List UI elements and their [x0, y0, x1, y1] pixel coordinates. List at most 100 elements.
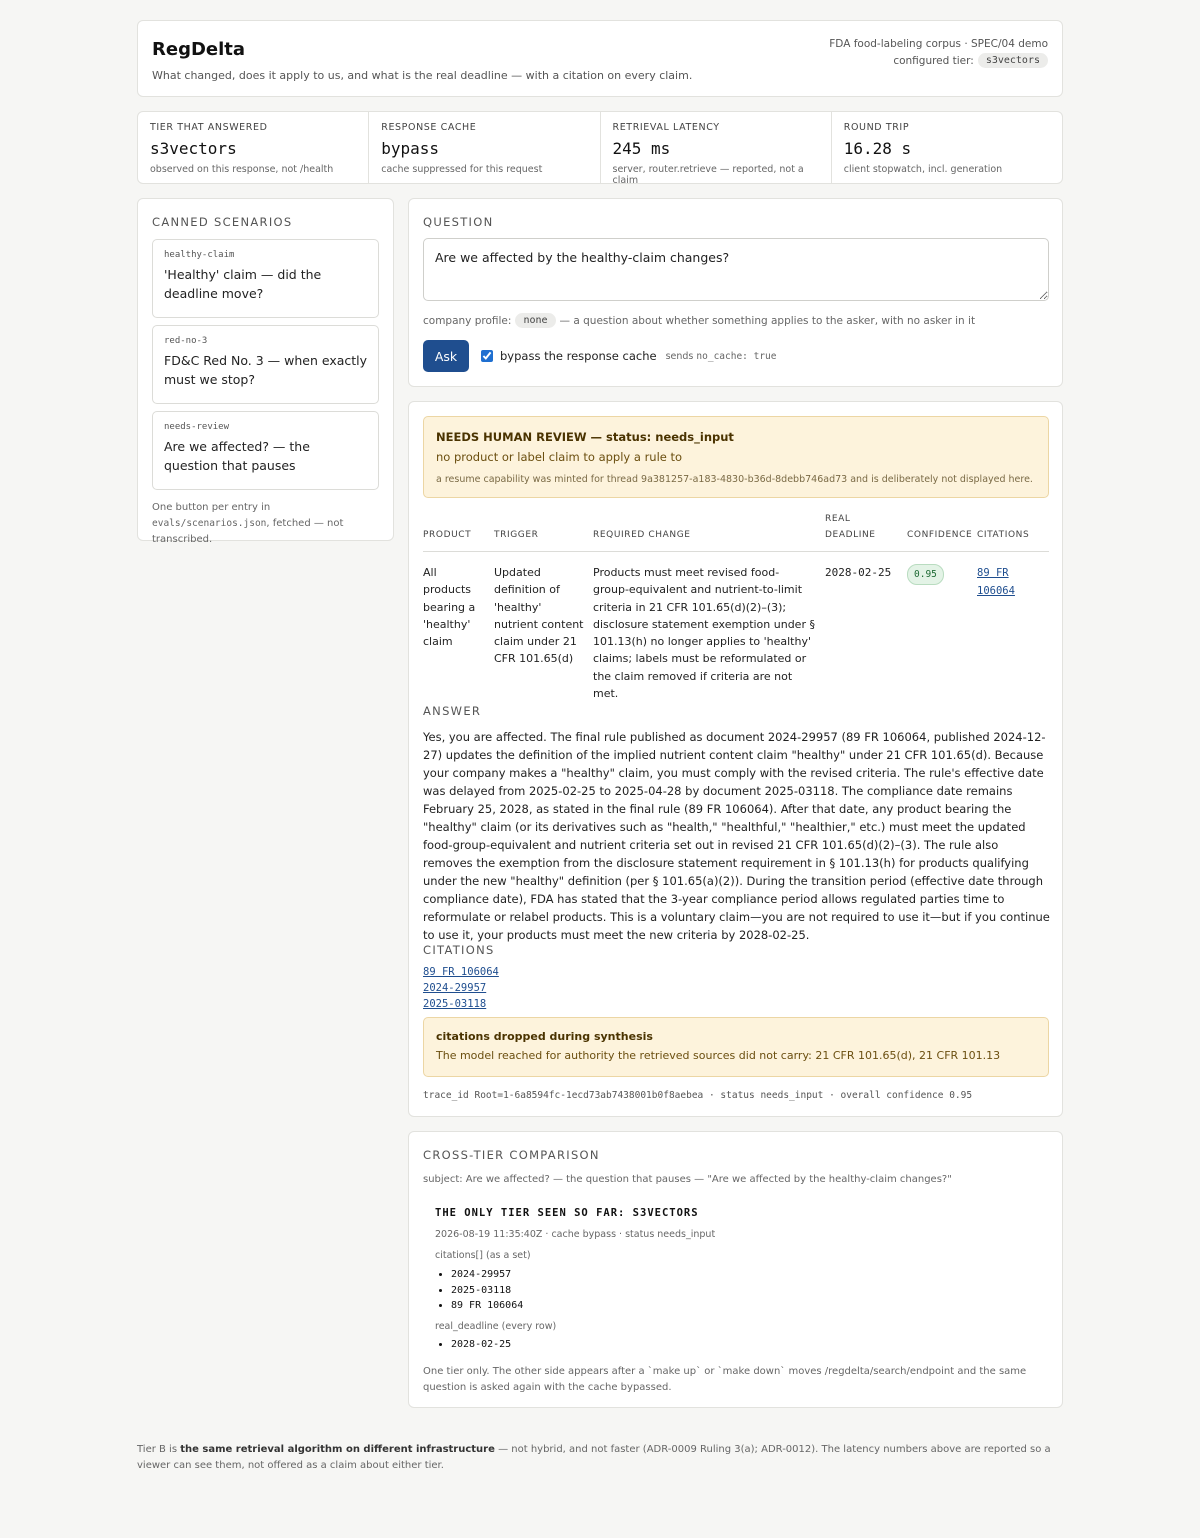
- scenarios-footer: One button per entry in evals/scenarios.…: [152, 500, 379, 548]
- review-caption: a resume capability was minted for threa…: [436, 474, 1033, 485]
- app-title: RegDelta: [152, 39, 246, 60]
- table-row: All products bearing a 'healthy' claim U…: [423, 552, 1049, 703]
- scenario-id: red-no-3: [164, 336, 208, 346]
- scenario-needs-review[interactable]: needs-review Are we affected? — the ques…: [152, 411, 379, 490]
- profile-note: — a question about whether something app…: [559, 314, 976, 327]
- confidence-badge: 0.95: [907, 564, 944, 586]
- profile-label: company profile:: [423, 314, 512, 327]
- scenario-title: 'Healthy' claim — did the deadline move?: [164, 267, 322, 301]
- review-heading: NEEDS HUMAN REVIEW — status: needs_input: [436, 430, 734, 444]
- citations-list: 89 FR 106064 2024-29957 2025-03118: [423, 966, 499, 1010]
- cell-product: All products bearing a 'healthy' claim: [423, 566, 476, 649]
- ask-button[interactable]: Ask: [423, 340, 469, 372]
- column-header: REQUIRED CHANGE: [593, 511, 825, 552]
- stat-value: bypass: [381, 139, 440, 158]
- bypass-cache-checkbox[interactable]: [481, 350, 493, 362]
- app-subtitle: What changed, does it apply to us, and w…: [152, 69, 693, 82]
- column-header: PRODUCT: [423, 511, 494, 552]
- table-header-row: PRODUCT TRIGGER REQUIRED CHANGE REAL DEA…: [423, 511, 1049, 552]
- tier-meta: 2026-08-19 11:35:40Z · cache bypass · st…: [435, 1229, 716, 1240]
- deadline-label: real_deadline (every row): [435, 1321, 557, 1332]
- cell-trigger: Updated definition of 'healthy' nutrient…: [494, 566, 584, 666]
- column-header: REAL DEADLINE: [825, 511, 907, 552]
- citation-link[interactable]: 2024-29957: [423, 982, 499, 994]
- configured-tier-badge: s3vectors: [977, 53, 1048, 68]
- corpus-label: FDA food-labeling corpus · SPEC/04 demo: [829, 38, 1048, 50]
- footer-pre: Tier B is: [137, 1444, 181, 1455]
- sends-label: sends: [665, 350, 694, 362]
- scenarios-footer-pre: One button per entry in: [152, 502, 271, 513]
- trace-line: trace_id Root=1-6a8594fc-1ecd73ab7438001…: [423, 1090, 973, 1101]
- citation-link[interactable]: 2025-03118: [423, 998, 499, 1010]
- column-header: TRIGGER: [494, 511, 593, 552]
- stat-note: client stopwatch, incl. generation: [843, 164, 1003, 175]
- stat-note: observed on this response, not /health: [150, 164, 334, 175]
- bypass-cache-label[interactable]: bypass the response cache: [500, 349, 657, 363]
- scenarios-heading: CANNED SCENARIOS: [152, 215, 293, 229]
- stat-latency: RETRIEVAL LATENCY 245 ms server, router.…: [601, 112, 832, 186]
- question-input[interactable]: Are we affected by the healthy-claim cha…: [423, 238, 1049, 301]
- list-item: 2024-29957: [451, 1267, 523, 1283]
- stat-note: cache suppressed for this request: [381, 164, 543, 175]
- cross-tier-panel: CROSS-TIER COMPARISON subject: Are we af…: [408, 1131, 1063, 1408]
- stat-key: RETRIEVAL LATENCY: [612, 122, 720, 133]
- configured-tier: configured tier: s3vectors: [893, 53, 1048, 68]
- dropped-citations-banner: citations dropped during synthesis The m…: [423, 1017, 1049, 1077]
- answer-text: Yes, you are affected. The final rule pu…: [423, 730, 1050, 942]
- cross-tier-heading: CROSS-TIER COMPARISON: [423, 1148, 600, 1162]
- stat-key: ROUND TRIP: [843, 122, 910, 133]
- cell-required-change: Products must meet revised food-group-eq…: [593, 566, 815, 701]
- footer-bold: the same retrieval algorithm on differen…: [180, 1444, 495, 1455]
- stat-note: server, router.retrieve — reported, not …: [612, 164, 804, 186]
- stat-value: s3vectors: [150, 139, 237, 158]
- scenario-red-no-3[interactable]: red-no-3 FD&C Red No. 3 — when exactly m…: [152, 325, 379, 404]
- answer-heading: ANSWER: [423, 704, 482, 718]
- question-heading: QUESTION: [423, 215, 494, 229]
- scenario-title: FD&C Red No. 3 — when exactly must we st…: [164, 353, 368, 387]
- scenario-healthy-claim[interactable]: healthy-claim 'Healthy' claim — did the …: [152, 239, 379, 318]
- ask-row: Ask bypass the response cache sends no_c…: [423, 340, 776, 372]
- scenario-id: needs-review: [164, 422, 230, 432]
- cell-deadline: 2028-02-25: [825, 566, 892, 579]
- citations-set-label: citations[] (as a set): [435, 1250, 531, 1261]
- stat-round-trip: ROUND TRIP 16.28 s client stopwatch, inc…: [832, 112, 1062, 183]
- question-panel: QUESTION Are we affected by the healthy-…: [408, 198, 1063, 387]
- list-item: 2025-03118: [451, 1283, 523, 1299]
- cell-citations: 89 FR 106064: [977, 552, 1049, 703]
- review-reason: no product or label claim to apply a rul…: [436, 450, 683, 464]
- list-item: 2028-02-25: [451, 1337, 511, 1353]
- stat-cache: RESPONSE CACHE bypass cache suppressed f…: [369, 112, 601, 183]
- sends-note: sends no_cache: true: [666, 351, 777, 362]
- sends-value: no_cache: true: [696, 350, 777, 362]
- column-header: CONFIDENCE: [907, 511, 977, 552]
- citations-heading: CITATIONS: [423, 943, 495, 957]
- stat-tier: TIER THAT ANSWERED s3vectors observed on…: [138, 112, 370, 183]
- cross-tier-note: One tier only. The other side appears af…: [423, 1366, 1027, 1393]
- scenario-id: healthy-claim: [164, 250, 235, 260]
- stat-key: TIER THAT ANSWERED: [150, 122, 268, 133]
- changes-table: PRODUCT TRIGGER REQUIRED CHANGE REAL DEA…: [423, 511, 1049, 702]
- tier-heading: THE ONLY TIER SEEN SO FAR: S3VECTORS: [435, 1207, 699, 1219]
- result-panel: NEEDS HUMAN REVIEW — status: needs_input…: [408, 401, 1063, 1117]
- configured-tier-label: configured tier:: [893, 54, 974, 67]
- scenarios-file: evals/scenarios.json: [152, 518, 267, 529]
- scenario-title: Are we affected? — the question that pau…: [164, 439, 310, 473]
- list-item: 89 FR 106064: [451, 1298, 523, 1314]
- needs-review-banner: NEEDS HUMAN REVIEW — status: needs_input…: [423, 416, 1049, 498]
- dropped-heading: citations dropped during synthesis: [436, 1030, 653, 1043]
- stat-value: 245 ms: [612, 139, 671, 158]
- page-footer: Tier B is the same retrieval algorithm o…: [137, 1442, 1063, 1473]
- citations-set-list: 2024-29957 2025-03118 89 FR 106064: [451, 1267, 523, 1314]
- citation-link[interactable]: 89 FR 106064: [977, 567, 1015, 597]
- deadline-list: 2028-02-25: [451, 1337, 511, 1353]
- company-profile: company profile: none — a question about…: [423, 313, 975, 328]
- citation-link[interactable]: 89 FR 106064: [423, 966, 499, 978]
- stats-bar: TIER THAT ANSWERED s3vectors observed on…: [137, 111, 1063, 186]
- dropped-text: The model reached for authority the retr…: [436, 1049, 1001, 1062]
- column-header-text: REAL DEADLINE: [825, 514, 876, 540]
- cross-tier-subject: subject: Are we affected? — the question…: [423, 1174, 952, 1185]
- scenarios-panel: CANNED SCENARIOS healthy-claim 'Healthy'…: [137, 198, 394, 545]
- app-header: RegDelta What changed, does it apply to …: [137, 20, 1063, 97]
- profile-badge: none: [515, 313, 556, 328]
- stat-value: 16.28 s: [843, 139, 912, 158]
